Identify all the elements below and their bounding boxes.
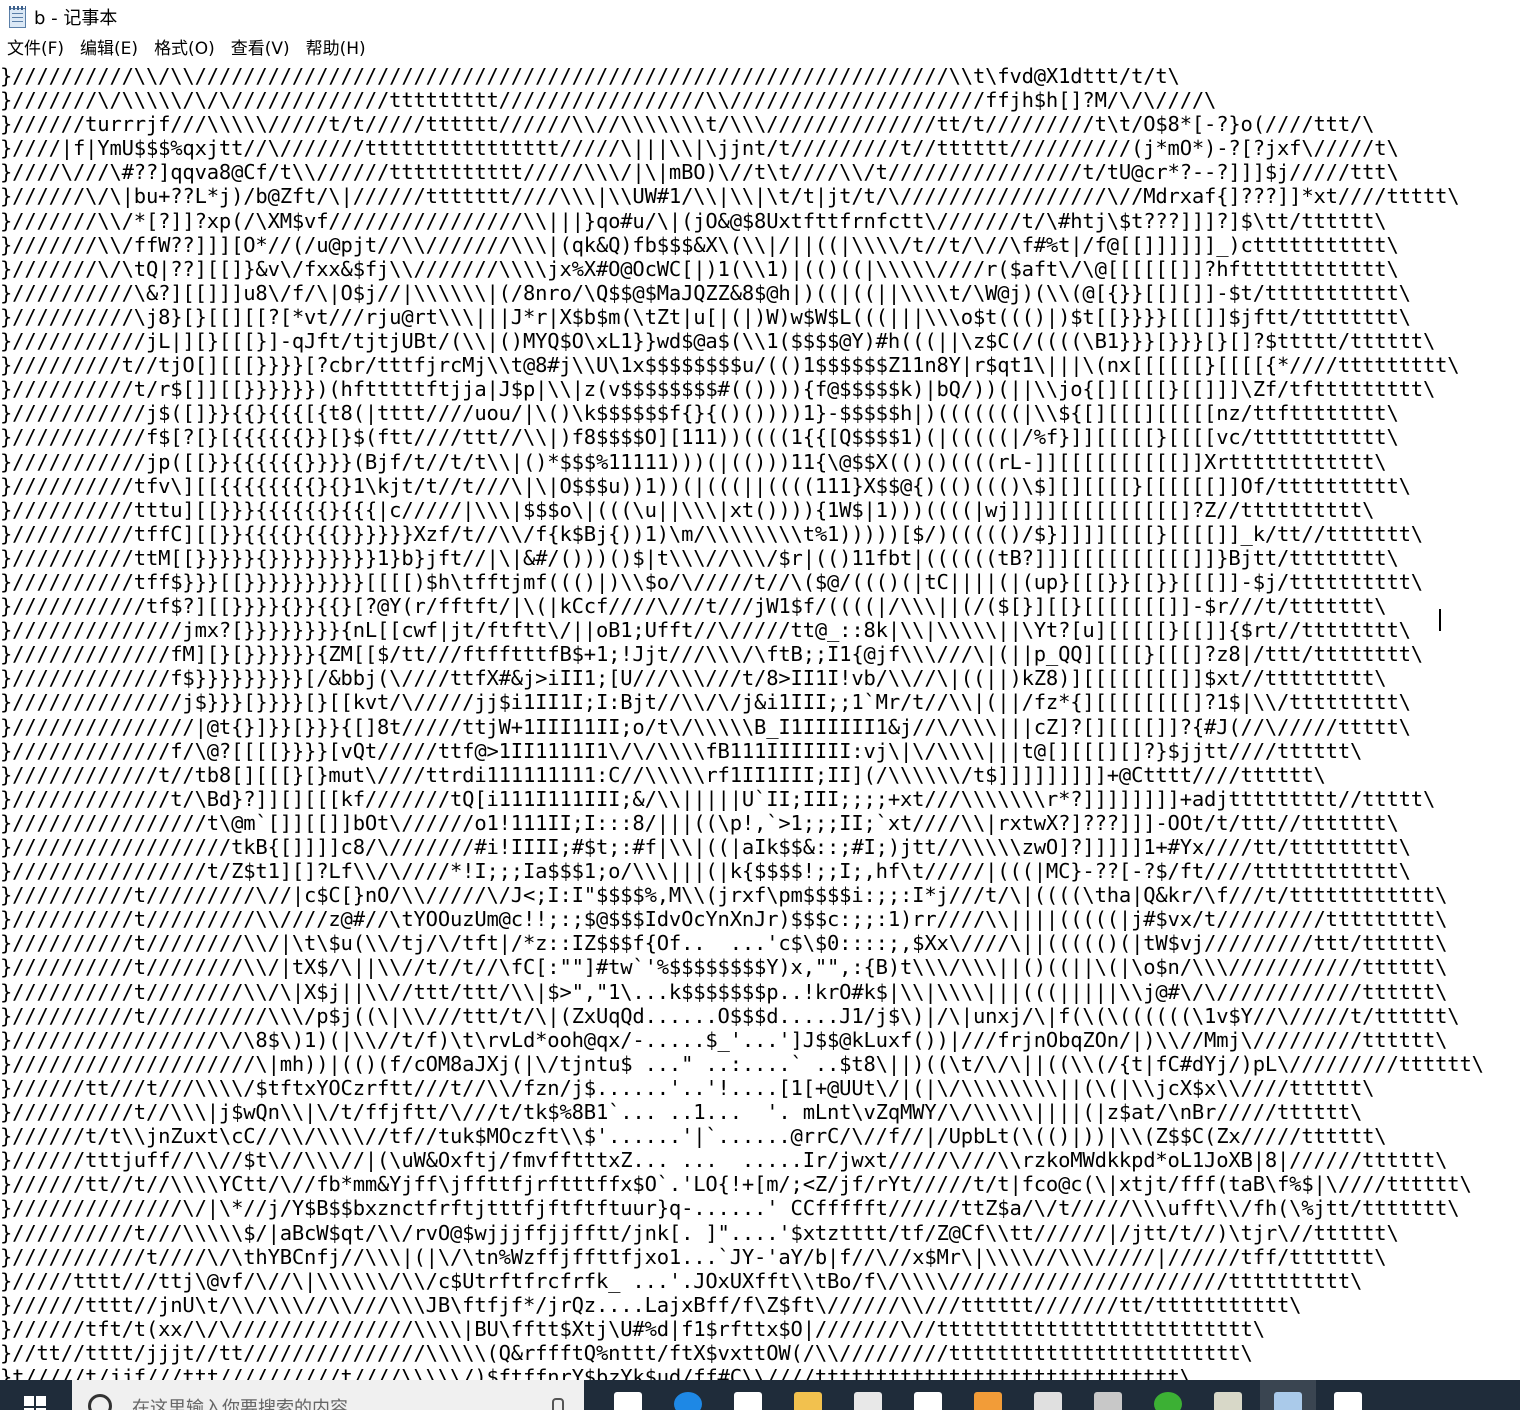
notepad-icon bbox=[1274, 1392, 1302, 1410]
wechat-icon bbox=[1154, 1392, 1182, 1410]
taskbar-app-icon-1-button[interactable] bbox=[840, 1380, 896, 1410]
window-title: b - 记事本 bbox=[34, 8, 118, 29]
taskbar-notepad-button[interactable] bbox=[1260, 1380, 1316, 1410]
taskbar-terminal-button[interactable] bbox=[1080, 1380, 1136, 1410]
editor-content[interactable]: }//////////\\/\\////////////////////////… bbox=[0, 64, 1520, 1380]
taskbar-wechat-button[interactable] bbox=[1140, 1380, 1196, 1410]
taskbar: 在这里输入你要搜索的内容 bbox=[0, 1380, 1520, 1410]
file-explorer-icon bbox=[794, 1392, 822, 1410]
app-icon-5 bbox=[1334, 1392, 1362, 1410]
store-icon bbox=[734, 1392, 762, 1410]
notepad-icon bbox=[6, 6, 28, 28]
taskbar-app-icon-5-button[interactable] bbox=[1320, 1380, 1376, 1410]
menu-edit[interactable]: 编辑(E) bbox=[72, 34, 146, 64]
notepad-window: b - 记事本 文件(F) 编辑(E) 格式(O) 查看(V) 帮助(H) }/… bbox=[0, 0, 1520, 1380]
menu-format[interactable]: 格式(O) bbox=[146, 34, 223, 64]
start-button[interactable] bbox=[0, 1380, 72, 1410]
app-icon-4 bbox=[1214, 1392, 1242, 1410]
taskbar-app-icon-3-button[interactable] bbox=[960, 1380, 1016, 1410]
microphone-icon[interactable] bbox=[552, 1398, 564, 1410]
taskbar-task-view-button[interactable] bbox=[600, 1380, 656, 1410]
edge-icon bbox=[674, 1392, 702, 1410]
menu-help[interactable]: 帮助(H) bbox=[298, 34, 374, 64]
terminal-icon bbox=[1094, 1392, 1122, 1410]
task-view-icon bbox=[614, 1392, 642, 1410]
taskbar-store-button[interactable] bbox=[720, 1380, 776, 1410]
taskbar-app-icon-4-button[interactable] bbox=[1200, 1380, 1256, 1410]
taskbar-app-icon-2-button[interactable] bbox=[900, 1380, 956, 1410]
menu-bar: 文件(F) 编辑(E) 格式(O) 查看(V) 帮助(H) bbox=[0, 34, 1520, 64]
app-icon-2 bbox=[914, 1392, 942, 1410]
taskbar-edge-button[interactable] bbox=[660, 1380, 716, 1410]
search-placeholder: 在这里输入你要搜索的内容 bbox=[132, 1398, 348, 1410]
taskbar-search-box[interactable]: 在这里输入你要搜索的内容 bbox=[72, 1380, 584, 1410]
app-icon-1 bbox=[854, 1392, 882, 1410]
menu-view[interactable]: 查看(V) bbox=[223, 34, 298, 64]
taskbar-file-explorer-button[interactable] bbox=[780, 1380, 836, 1410]
text-editor[interactable]: }//////////\\/\\////////////////////////… bbox=[0, 64, 1520, 1380]
menu-file[interactable]: 文件(F) bbox=[0, 34, 72, 64]
title-bar[interactable]: b - 记事本 bbox=[0, 0, 1520, 34]
windows-logo-icon bbox=[24, 1396, 46, 1410]
text-caret bbox=[1439, 609, 1441, 631]
calculator-icon bbox=[1034, 1392, 1062, 1410]
taskbar-calculator-button[interactable] bbox=[1020, 1380, 1076, 1410]
app-icon-3 bbox=[974, 1392, 1002, 1410]
search-icon bbox=[88, 1394, 112, 1410]
